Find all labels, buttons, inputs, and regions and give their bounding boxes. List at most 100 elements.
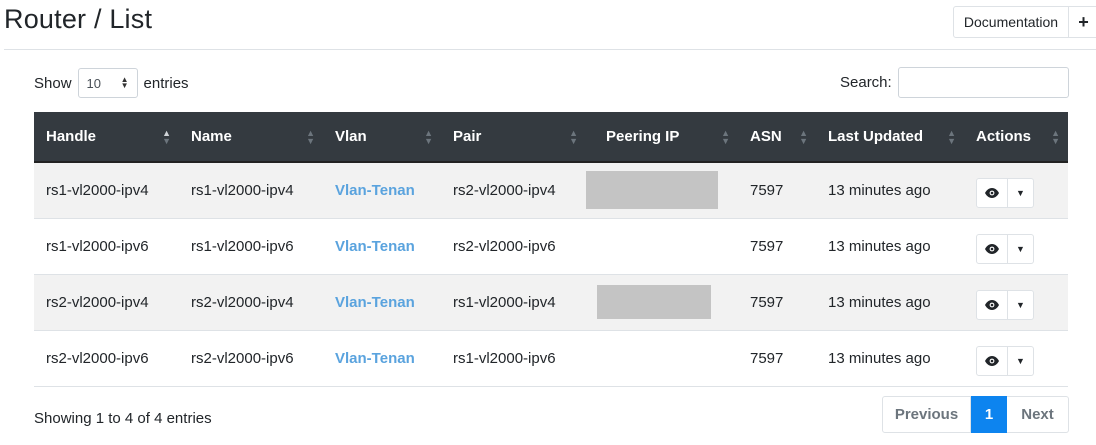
cell-peering-ip — [586, 274, 738, 330]
redacted-peering-ip — [586, 171, 718, 210]
entries-label: entries — [143, 74, 189, 92]
cell-actions: ▼ — [964, 218, 1068, 274]
eye-icon — [985, 244, 999, 254]
column-header-last-updated[interactable]: Last Updated ▲ ▼ — [816, 112, 964, 163]
select-arrows-icon: ▲ ▼ — [120, 75, 129, 90]
cell-name: rs1-vl2000-ipv6 — [191, 237, 294, 255]
caret-down-icon: ▼ — [1016, 188, 1025, 199]
cell-name: rs2-vl2000-ipv4 — [191, 293, 294, 311]
vlan-link[interactable]: Vlan-Tenan — [335, 350, 415, 367]
cell-peering-ip — [586, 218, 738, 274]
cell-actions: ▼ — [964, 162, 1068, 218]
plus-icon: + — [1078, 11, 1089, 32]
row-action-group: ▼ — [976, 234, 1034, 264]
next-page-button[interactable]: Next — [1007, 396, 1069, 433]
cell-asn: 7597 — [750, 181, 784, 199]
cell-peering-ip — [586, 162, 738, 218]
column-header-handle[interactable]: Handle ▲ ▼ — [34, 112, 179, 163]
show-label: Show — [34, 74, 72, 92]
documentation-button[interactable]: Documentation — [953, 6, 1069, 38]
cell-pair: rs2-vl2000-ipv4 — [453, 181, 556, 199]
view-button[interactable] — [976, 178, 1008, 209]
sort-icon: ▲ ▼ — [569, 127, 578, 146]
sort-icon: ▲ ▼ — [721, 127, 730, 146]
row-action-group: ▼ — [976, 290, 1034, 320]
cell-actions: ▼ — [964, 274, 1068, 330]
column-header-pair[interactable]: Pair ▲ ▼ — [441, 112, 586, 163]
sort-icon: ▲ ▼ — [799, 127, 808, 146]
column-header-name[interactable]: Name ▲ ▼ — [179, 112, 323, 163]
cell-asn: 7597 — [750, 349, 784, 367]
sort-asc-icon: ▲ ▼ — [162, 127, 171, 146]
cell-pair: rs1-vl2000-ipv6 — [453, 349, 556, 367]
cell-actions: ▼ — [964, 330, 1068, 386]
sort-icon: ▲ ▼ — [424, 127, 433, 146]
actions-dropdown-toggle[interactable]: ▼ — [1008, 346, 1034, 376]
cell-name: rs1-vl2000-ipv4 — [191, 181, 294, 199]
actions-dropdown-toggle[interactable]: ▼ — [1008, 234, 1034, 264]
previous-page-button[interactable]: Previous — [882, 396, 971, 433]
top-button-group: Documentation + — [953, 6, 1096, 38]
actions-dropdown-toggle[interactable]: ▼ — [1008, 290, 1034, 320]
sort-icon: ▲ ▼ — [1051, 127, 1060, 146]
add-router-button[interactable]: + — [1069, 6, 1096, 38]
table-row: rs2-vl2000-ipv6 rs2-vl2000-ipv6 Vlan-Ten… — [34, 330, 1068, 386]
cell-handle: rs1-vl2000-ipv6 — [46, 237, 149, 255]
column-header-peering-ip[interactable]: Peering IP ▲ ▼ — [586, 112, 738, 163]
search-control: Search: — [840, 67, 1069, 98]
column-header-asn[interactable]: ASN ▲ ▼ — [738, 112, 816, 163]
eye-icon — [985, 300, 999, 310]
sort-icon: ▲ ▼ — [306, 127, 315, 146]
search-input[interactable] — [897, 67, 1069, 98]
cell-asn: 7597 — [750, 237, 784, 255]
column-header-vlan[interactable]: Vlan ▲ ▼ — [323, 112, 441, 163]
eye-icon — [985, 356, 999, 366]
cell-last-updated: 13 minutes ago — [828, 293, 931, 311]
cell-last-updated: 13 minutes ago — [828, 237, 931, 255]
table-row: rs1-vl2000-ipv6 rs1-vl2000-ipv6 Vlan-Ten… — [34, 218, 1068, 274]
cell-handle: rs2-vl2000-ipv4 — [46, 293, 149, 311]
cell-vlan: Vlan-Tenan — [323, 218, 441, 274]
cell-vlan: Vlan-Tenan — [323, 162, 441, 218]
caret-down-icon: ▼ — [1016, 244, 1025, 254]
table-info: Showing 1 to 4 of 4 entries — [34, 410, 212, 427]
pagination: Previous 1 Next — [882, 396, 1069, 433]
cell-vlan: Vlan-Tenan — [323, 330, 441, 386]
view-button[interactable] — [976, 234, 1008, 264]
vlan-link[interactable]: Vlan-Tenan — [335, 238, 415, 255]
row-action-group: ▼ — [976, 346, 1034, 376]
caret-down-icon: ▼ — [1016, 356, 1025, 366]
row-action-group: ▼ — [976, 178, 1034, 209]
cell-asn: 7597 — [750, 293, 784, 311]
entries-per-page-select[interactable]: 10 ▲ ▼ — [77, 68, 138, 98]
page-1-button[interactable]: 1 — [971, 396, 1007, 433]
entries-per-page-value: 10 — [86, 75, 101, 91]
column-header-actions[interactable]: Actions ▲ ▼ — [964, 112, 1068, 163]
router-table: Handle ▲ ▼ Name ▲ ▼ Vlan ▲ ▼ Pair ▲ ▼ Peering IP… — [34, 112, 1068, 387]
redacted-peering-ip — [597, 285, 711, 319]
view-button[interactable] — [976, 290, 1008, 320]
cell-name: rs2-vl2000-ipv6 — [191, 349, 294, 367]
length-control: Show 10 ▲ ▼ entries — [34, 68, 189, 98]
sort-icon: ▲ ▼ — [947, 127, 956, 146]
page-title: Router / List — [4, 4, 153, 34]
search-label: Search: — [840, 74, 892, 91]
cell-pair: rs1-vl2000-ipv4 — [453, 293, 556, 311]
cell-last-updated: 13 minutes ago — [828, 349, 931, 367]
title-divider — [4, 49, 1096, 50]
caret-down-icon: ▼ — [1016, 300, 1025, 310]
cell-handle: rs1-vl2000-ipv4 — [46, 181, 149, 199]
cell-handle: rs2-vl2000-ipv6 — [46, 349, 149, 367]
table-row: rs1-vl2000-ipv4 rs1-vl2000-ipv4 Vlan-Ten… — [34, 162, 1068, 218]
table-header-row: Handle ▲ ▼ Name ▲ ▼ Vlan ▲ ▼ Pair ▲ ▼ Peering IP… — [34, 112, 1068, 163]
cell-vlan: Vlan-Tenan — [323, 274, 441, 330]
cell-last-updated: 13 minutes ago — [828, 181, 931, 199]
vlan-link[interactable]: Vlan-Tenan — [335, 182, 415, 199]
vlan-link[interactable]: Vlan-Tenan — [335, 294, 415, 311]
eye-icon — [985, 188, 999, 199]
actions-dropdown-toggle[interactable]: ▼ — [1008, 178, 1034, 209]
cell-peering-ip — [586, 330, 738, 386]
cell-pair: rs2-vl2000-ipv6 — [453, 237, 556, 255]
view-button[interactable] — [976, 346, 1008, 376]
table-row: rs2-vl2000-ipv4 rs2-vl2000-ipv4 Vlan-Ten… — [34, 274, 1068, 330]
